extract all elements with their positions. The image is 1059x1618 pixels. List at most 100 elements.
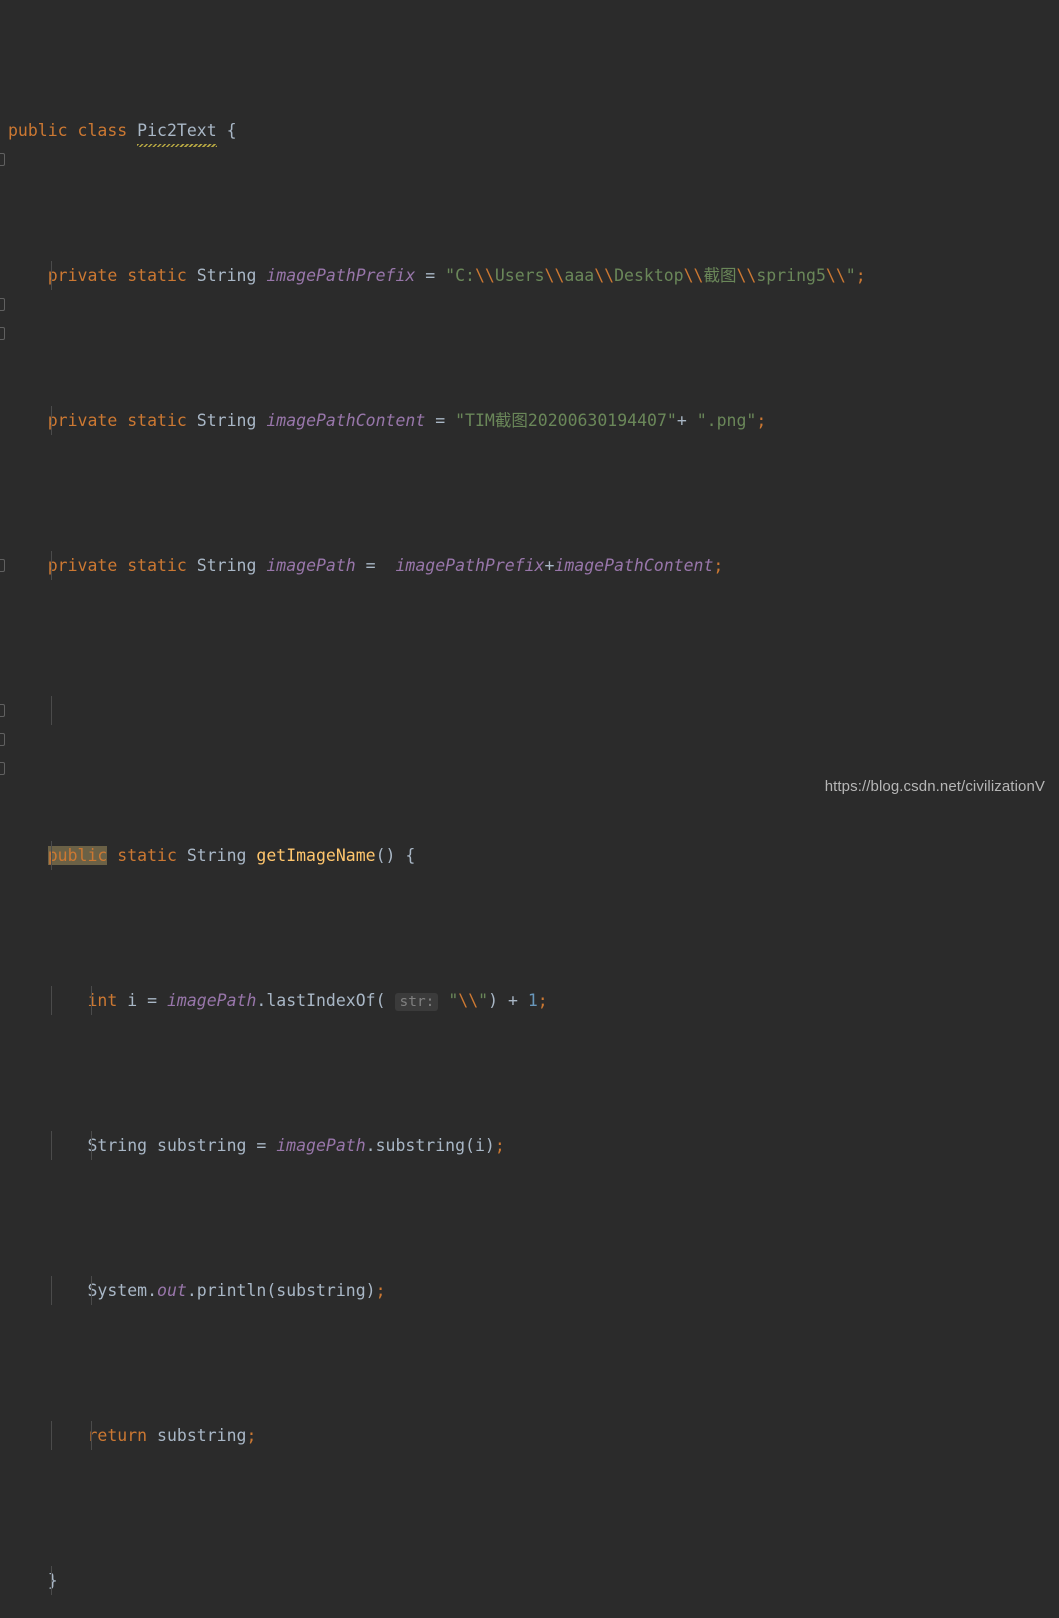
indent-guide <box>91 1421 92 1450</box>
indent-guide <box>51 696 52 725</box>
code-line[interactable]: private static String imagePathPrefix = … <box>0 261 1059 290</box>
keyword-public-highlighted[interactable]: public <box>47 846 108 865</box>
escape-seq: \\ <box>458 991 479 1010</box>
paren-close: ) <box>488 991 499 1010</box>
field-out[interactable]: out <box>157 1281 187 1300</box>
string-part: Users <box>494 266 545 285</box>
number-one: 1 <box>527 991 538 1010</box>
brace: { <box>405 846 416 865</box>
keyword-class: class <box>77 121 128 140</box>
string-part: Desktop <box>614 266 684 285</box>
arg-i[interactable]: i <box>475 1136 485 1155</box>
escape-seq: \\ <box>736 266 757 285</box>
brace: { <box>226 121 237 140</box>
paren-open: ( <box>266 1281 277 1300</box>
field-imagepathcontent[interactable]: imagePathContent <box>266 411 425 430</box>
code-line[interactable]: public static String getImageName() { <box>0 841 1059 870</box>
arg-substring[interactable]: substring <box>276 1281 365 1300</box>
paren-open: ( <box>375 991 386 1010</box>
keyword-static: static <box>117 846 177 865</box>
operator-plus: + <box>507 991 518 1010</box>
keyword-public: public <box>8 121 68 140</box>
string-part: 截图 <box>703 266 737 285</box>
paren-close: ) <box>484 1136 495 1155</box>
field-ref-imagepath[interactable]: imagePath <box>276 1136 365 1155</box>
string-quote: " <box>448 991 459 1010</box>
code-line[interactable]: private static String imagePath = imageP… <box>0 551 1059 580</box>
indent-guide <box>51 406 52 435</box>
indent-guide <box>51 1276 52 1305</box>
operator-assign: = <box>256 1136 267 1155</box>
operator-assign: = <box>425 266 436 285</box>
semicolon: ; <box>713 556 724 575</box>
paren-close: ) <box>365 1281 376 1300</box>
escape-seq: \\ <box>594 266 615 285</box>
keyword-private: private <box>47 266 118 285</box>
code-line[interactable]: return substring; <box>0 1421 1059 1450</box>
param-hint-str: str: <box>395 993 439 1011</box>
keyword-static: static <box>127 556 187 575</box>
field-imagepathprefix[interactable]: imagePathPrefix <box>266 266 415 285</box>
string-close: " <box>845 266 856 285</box>
code-line[interactable]: int i = imagePath.lastIndexOf( str: "\\"… <box>0 986 1059 1015</box>
method-println[interactable]: println <box>197 1281 267 1300</box>
operator-plus: + <box>676 411 687 430</box>
type-string: String <box>186 846 247 865</box>
field-ref-imagepathcontent[interactable]: imagePathContent <box>554 556 713 575</box>
field-ref-imagepath[interactable]: imagePath <box>167 991 256 1010</box>
keyword-private: private <box>47 411 118 430</box>
indent-guide <box>51 841 52 870</box>
type-string: String <box>196 411 257 430</box>
class-name-pic2text[interactable]: Pic2Text <box>137 116 218 147</box>
code-line[interactable]: public class Pic2Text { <box>0 116 1059 147</box>
keyword-static: static <box>127 411 187 430</box>
code-line-blank <box>0 696 1059 725</box>
var-substring[interactable]: substring <box>157 1426 246 1445</box>
keyword-return: return <box>87 1426 148 1445</box>
indent-guide <box>51 261 52 290</box>
method-getimagename[interactable]: getImageName <box>256 846 375 865</box>
escape-seq: \\ <box>683 266 704 285</box>
method-substring[interactable]: substring <box>376 1136 465 1155</box>
indent-guide <box>91 1131 92 1160</box>
indent-guide <box>51 1566 52 1595</box>
operator-assign: = <box>147 991 158 1010</box>
indent-guide <box>51 1421 52 1450</box>
type-string: String <box>196 556 257 575</box>
indent-guide <box>51 551 52 580</box>
code-line[interactable]: } <box>0 1566 1059 1595</box>
semicolon: ; <box>537 991 548 1010</box>
indent-guide <box>51 986 52 1015</box>
type-string: String <box>196 266 257 285</box>
field-ref-imagepathprefix[interactable]: imagePathPrefix <box>395 556 544 575</box>
semicolon: ; <box>494 1136 505 1155</box>
keyword-static: static <box>127 266 187 285</box>
string-quote: " <box>478 991 489 1010</box>
class-system[interactable]: System <box>87 1281 147 1300</box>
dot: . <box>186 1281 197 1300</box>
field-imagepath[interactable]: imagePath <box>266 556 355 575</box>
semicolon: ; <box>855 266 866 285</box>
brace-close-method: } <box>47 1571 58 1590</box>
method-lastindexof[interactable]: lastIndexOf <box>266 991 375 1010</box>
escape-seq: \\ <box>474 266 495 285</box>
semicolon: ; <box>246 1426 257 1445</box>
code-editor[interactable]: public class Pic2Text { private static S… <box>0 0 1059 1595</box>
keyword-private: private <box>47 556 118 575</box>
operator-assign: = <box>435 411 446 430</box>
string-part: aaa <box>564 266 595 285</box>
escape-seq: \\ <box>544 266 565 285</box>
dot: . <box>256 991 267 1010</box>
code-content[interactable]: public class Pic2Text { private static S… <box>0 0 1059 1595</box>
operator-assign: = <box>365 556 376 575</box>
operator-plus: + <box>544 556 555 575</box>
var-i[interactable]: i <box>127 991 137 1010</box>
var-substring[interactable]: substring <box>157 1136 246 1155</box>
code-line[interactable]: private static String imagePathContent =… <box>0 406 1059 435</box>
semicolon: ; <box>756 411 767 430</box>
code-line[interactable]: String substring = imagePath.substring(i… <box>0 1131 1059 1160</box>
code-line[interactable]: System.out.println(substring); <box>0 1276 1059 1305</box>
dot: . <box>147 1281 158 1300</box>
indent-guide <box>51 1131 52 1160</box>
string-open: "C: <box>445 266 475 285</box>
